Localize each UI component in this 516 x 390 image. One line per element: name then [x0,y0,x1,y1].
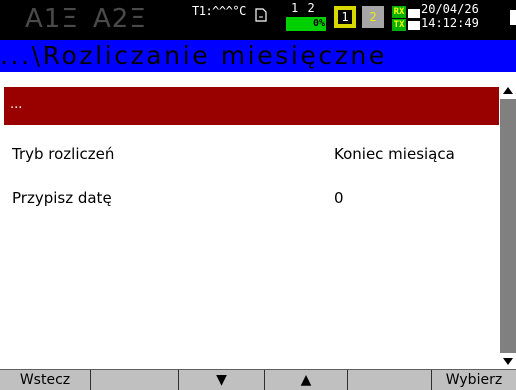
channel-1-icon: 1 [334,6,356,28]
up-arrow-icon [503,87,513,94]
menu-list: ... Tryb rozliczeń Koniec miesiąca Przyp… [0,72,500,372]
menu-item-label: ... [10,97,23,112]
softkey-5-button[interactable] [348,370,432,390]
title-bar: ...\Rozliczanie miesięczne [0,40,516,72]
menu-item-selected[interactable]: ... [4,87,499,125]
time-readout: 14:12:49 [421,16,479,30]
sd-card-icon [255,8,267,22]
menu-item-billing-mode[interactable]: Tryb rozliczeń Koniec miesiąca [4,140,499,170]
down-button[interactable]: ▼ [179,370,265,390]
date-readout: 20/04/26 [421,2,479,16]
menu-item-label: Tryb rozliczeń [12,145,115,163]
menu-item-value: Koniec miesiąca [334,145,455,163]
menu-item-value: 0 [334,189,344,207]
menu-item-label: Przypisz datę [12,189,112,207]
channel-2-label: 2 [369,10,377,24]
scroll-down-button[interactable] [500,353,516,369]
scroll-thumb[interactable] [500,99,516,351]
up-button[interactable]: ▲ [265,370,348,390]
status-edge-marker [510,10,516,25]
softkey-bar: Wstecz ▼ ▲ Wybierz [0,369,516,390]
channel-1-label: 1 [338,10,352,24]
buffer-percent-badge: 0% [286,17,326,31]
channel-2-icon: 2 [362,6,384,28]
alarm-2-indicator: A2Ξ [93,4,147,34]
down-arrow-icon [503,358,513,365]
back-button[interactable]: Wstecz [0,370,91,390]
channel-numbers: 1 2 [291,1,316,15]
softkey-2-button[interactable] [91,370,179,390]
rx-led [408,9,420,18]
temperature-readout: T1:^^^°C [192,4,246,18]
tx-indicator: TX [392,19,406,31]
scrollbar[interactable] [500,83,516,369]
menu-item-assign-date[interactable]: Przypisz datę 0 [4,184,499,214]
rx-indicator: RX [392,6,406,18]
scroll-up-button[interactable] [500,83,516,99]
status-bar: A1Ξ A2Ξ T1:^^^°C 1 2 0% 1 2 RX TX 20/04/… [0,0,516,40]
select-button[interactable]: Wybierz [432,370,516,390]
alarm-1-indicator: A1Ξ [25,4,79,34]
page-title: ...\Rozliczanie miesięczne [0,41,387,70]
tx-led [408,21,420,30]
